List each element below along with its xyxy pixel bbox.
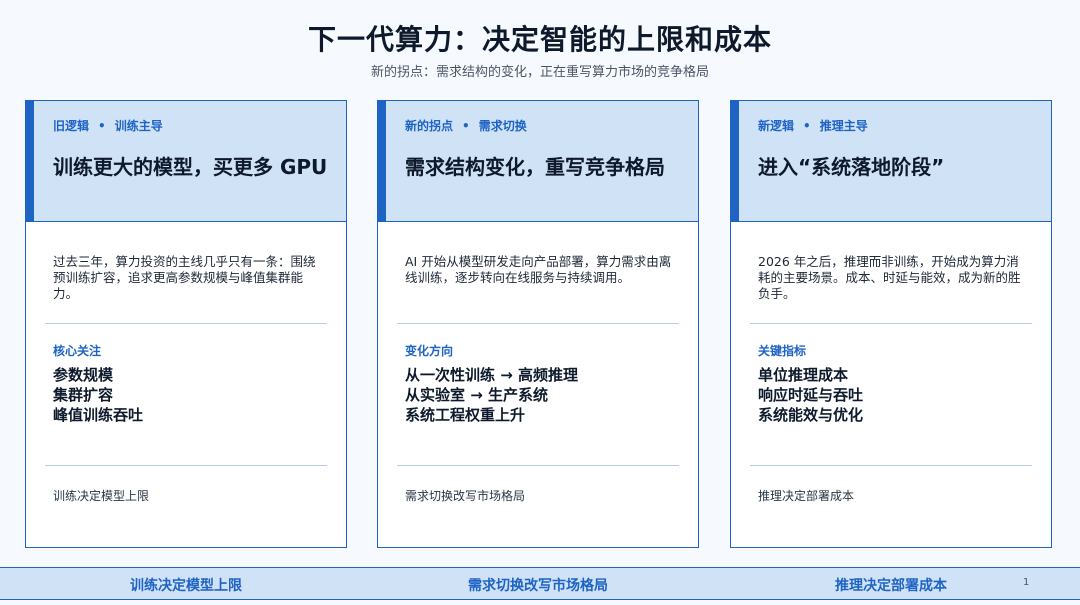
card-point: 单位推理成本 [758, 366, 849, 384]
card-new-logic: 新逻辑 • 推理主导 进入“系统落地阶段” 2026 年之后，推理而非训练，开始成为… [730, 100, 1052, 548]
card-point: 从实验室 → 生产系统 [405, 386, 549, 404]
card-section-label: 关键指标 [758, 344, 807, 358]
card-description: 2026 年之后，推理而非训练，开始成为算力消耗的主要场景。成本、时延与能效，成… [758, 254, 1021, 301]
card-header: 旧逻辑 • 训练主导 训练更大的模型，买更多 GPU [26, 101, 346, 222]
card-point: 从一次性训练 → 高频推理 [405, 366, 579, 384]
card-footer: 推理决定部署成本 [758, 489, 855, 503]
card-footer: 需求切换改写市场格局 [405, 489, 526, 503]
card-accent-bar [378, 101, 386, 221]
card-divider [750, 465, 1032, 466]
card-point: 参数规模 [53, 366, 114, 384]
card-accent-bar [26, 101, 34, 221]
card-old-logic: 旧逻辑 • 训练主导 训练更大的模型，买更多 GPU 过去三年，算力投资的主线几乎只… [25, 100, 347, 548]
card-divider [45, 323, 327, 324]
card-divider [750, 323, 1032, 324]
page-title: 下一代算力：决定智能的上限和成本 [307, 23, 772, 56]
card-point: 峰值训练吞吐 [53, 406, 144, 424]
card-divider [45, 465, 327, 466]
card-section-label: 变化方向 [405, 344, 454, 358]
card-point: 系统工程权重上升 [405, 406, 526, 424]
summary-bar: 训练决定模型上限 需求切换改写市场格局 推理决定部署成本 1 [0, 567, 1080, 600]
card-title: 需求结构变化，重写竞争格局 [405, 155, 665, 179]
card-new-turning-point: 新的拐点 • 需求切换 需求结构变化，重写竞争格局 AI 开始从模型研发走向产品部署… [377, 100, 699, 548]
card-footer: 训练决定模型上限 [53, 489, 150, 503]
card-points: 从一次性训练 → 高频推理 从实验室 → 生产系统 系统工程权重上升 [405, 365, 578, 425]
card-points: 单位推理成本 响应时延与吞吐 系统能效与优化 [758, 365, 863, 425]
card-description: AI 开始从模型研发走向产品部署，算力需求由离线训练，逐步转向在线服务与持续调用… [405, 254, 672, 285]
card-accent-bar [731, 101, 739, 221]
card-section-label: 核心关注 [53, 344, 102, 358]
card-point: 响应时延与吞吐 [758, 386, 864, 404]
summary-item: 需求切换改写市场格局 [468, 578, 608, 594]
card-points: 参数规模 集群扩容 峰值训练吞吐 [53, 365, 143, 425]
card-point: 集群扩容 [53, 386, 114, 404]
summary-item: 训练决定模型上限 [130, 578, 242, 594]
card-tag: 新的拐点 • 需求切换 [405, 119, 527, 133]
card-header: 新逻辑 • 推理主导 进入“系统落地阶段” [731, 101, 1051, 222]
card-tag: 新逻辑 • 推理主导 [758, 119, 868, 133]
card-description: 过去三年，算力投资的主线几乎只有一条：围绕预训练扩容，追求更高参数规模与峰值集群… [53, 254, 316, 301]
card-divider [397, 323, 679, 324]
card-tag: 旧逻辑 • 训练主导 [53, 119, 163, 133]
summary-item: 推理决定部署成本 [835, 578, 947, 594]
card-title: 训练更大的模型，买更多 GPU [53, 155, 328, 179]
page-number: 1 [1023, 577, 1030, 588]
page-subtitle: 新的拐点：需求结构的变化，正在重写算力市场的竞争格局 [370, 65, 709, 80]
card-divider [397, 465, 679, 466]
card-point: 系统能效与优化 [758, 406, 864, 424]
card-title: 进入“系统落地阶段” [758, 155, 945, 179]
card-header: 新的拐点 • 需求切换 需求结构变化，重写竞争格局 [378, 101, 698, 222]
